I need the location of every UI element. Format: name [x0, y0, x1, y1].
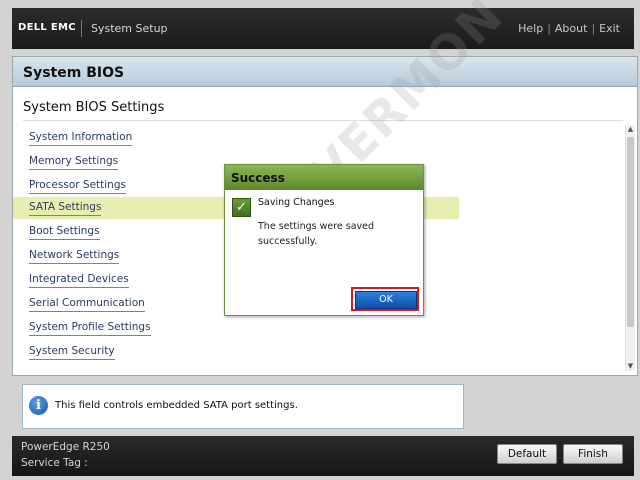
checkmark-icon: ✓	[232, 198, 251, 217]
scroll-down-arrow-icon[interactable]: ▼	[626, 362, 635, 371]
menu-item-label: Memory Settings	[29, 155, 119, 170]
scroll-up-arrow-icon[interactable]: ▲	[626, 125, 635, 134]
menu-item-label: Network Settings	[29, 249, 120, 264]
top-header-bar: DELL EMC System Setup Help | About | Exit	[12, 8, 634, 49]
info-icon: i	[29, 396, 48, 415]
menu-item-label: Integrated Devices	[29, 273, 129, 288]
app-title: System Setup	[91, 22, 168, 35]
service-tag: Service Tag :	[21, 457, 88, 469]
system-model: PowerEdge R250	[21, 441, 110, 453]
link-separator: |	[547, 22, 551, 35]
header-divider	[81, 20, 82, 37]
default-button[interactable]: Default	[497, 444, 557, 464]
panel-header: System BIOS	[13, 57, 637, 87]
help-link[interactable]: Help	[518, 22, 543, 35]
help-text: This field controls embedded SATA port s…	[55, 400, 298, 411]
menu-item-label: Serial Communication	[29, 297, 145, 312]
menu-item-label: System Security	[29, 345, 115, 360]
dialog-message: The settings were saved successfully.	[258, 221, 375, 247]
menu-item-label: Processor Settings	[29, 179, 126, 194]
help-info-box: i This field controls embedded SATA port…	[22, 384, 464, 429]
finish-button[interactable]: Finish	[563, 444, 623, 464]
ok-button-highlight: OK	[351, 287, 419, 311]
menu-item-system-security[interactable]: System Security	[13, 341, 459, 363]
menu-item-label: SATA Settings	[29, 201, 102, 216]
about-link[interactable]: About	[555, 22, 588, 35]
menu-item-label: Boot Settings	[29, 225, 100, 240]
scroll-thumb[interactable]	[627, 137, 634, 327]
menu-item-system-information[interactable]: System Information	[13, 127, 459, 149]
bottom-footer-bar: PowerEdge R250 Service Tag : Default Fin…	[12, 436, 634, 476]
dialog-title: Success	[231, 171, 285, 185]
header-links: Help | About | Exit	[518, 22, 620, 35]
menu-item-system-profile-settings[interactable]: System Profile Settings	[13, 317, 459, 339]
menu-item-label: System Information	[29, 131, 133, 146]
exit-link[interactable]: Exit	[599, 22, 620, 35]
ok-button[interactable]: OK	[355, 291, 417, 309]
dell-emc-logo: DELL EMC	[18, 22, 76, 33]
dialog-header: Success	[225, 165, 423, 190]
success-dialog: Success ✓ Saving Changes The settings we…	[224, 164, 424, 316]
subtitle-divider	[23, 120, 623, 121]
page-subtitle: System BIOS Settings	[23, 100, 165, 115]
menu-item-label: System Profile Settings	[29, 321, 151, 336]
vertical-scrollbar[interactable]: ▲ ▼	[625, 125, 635, 371]
page-title: System BIOS	[23, 65, 125, 81]
dialog-heading: Saving Changes	[258, 197, 335, 208]
link-separator: |	[591, 22, 596, 35]
